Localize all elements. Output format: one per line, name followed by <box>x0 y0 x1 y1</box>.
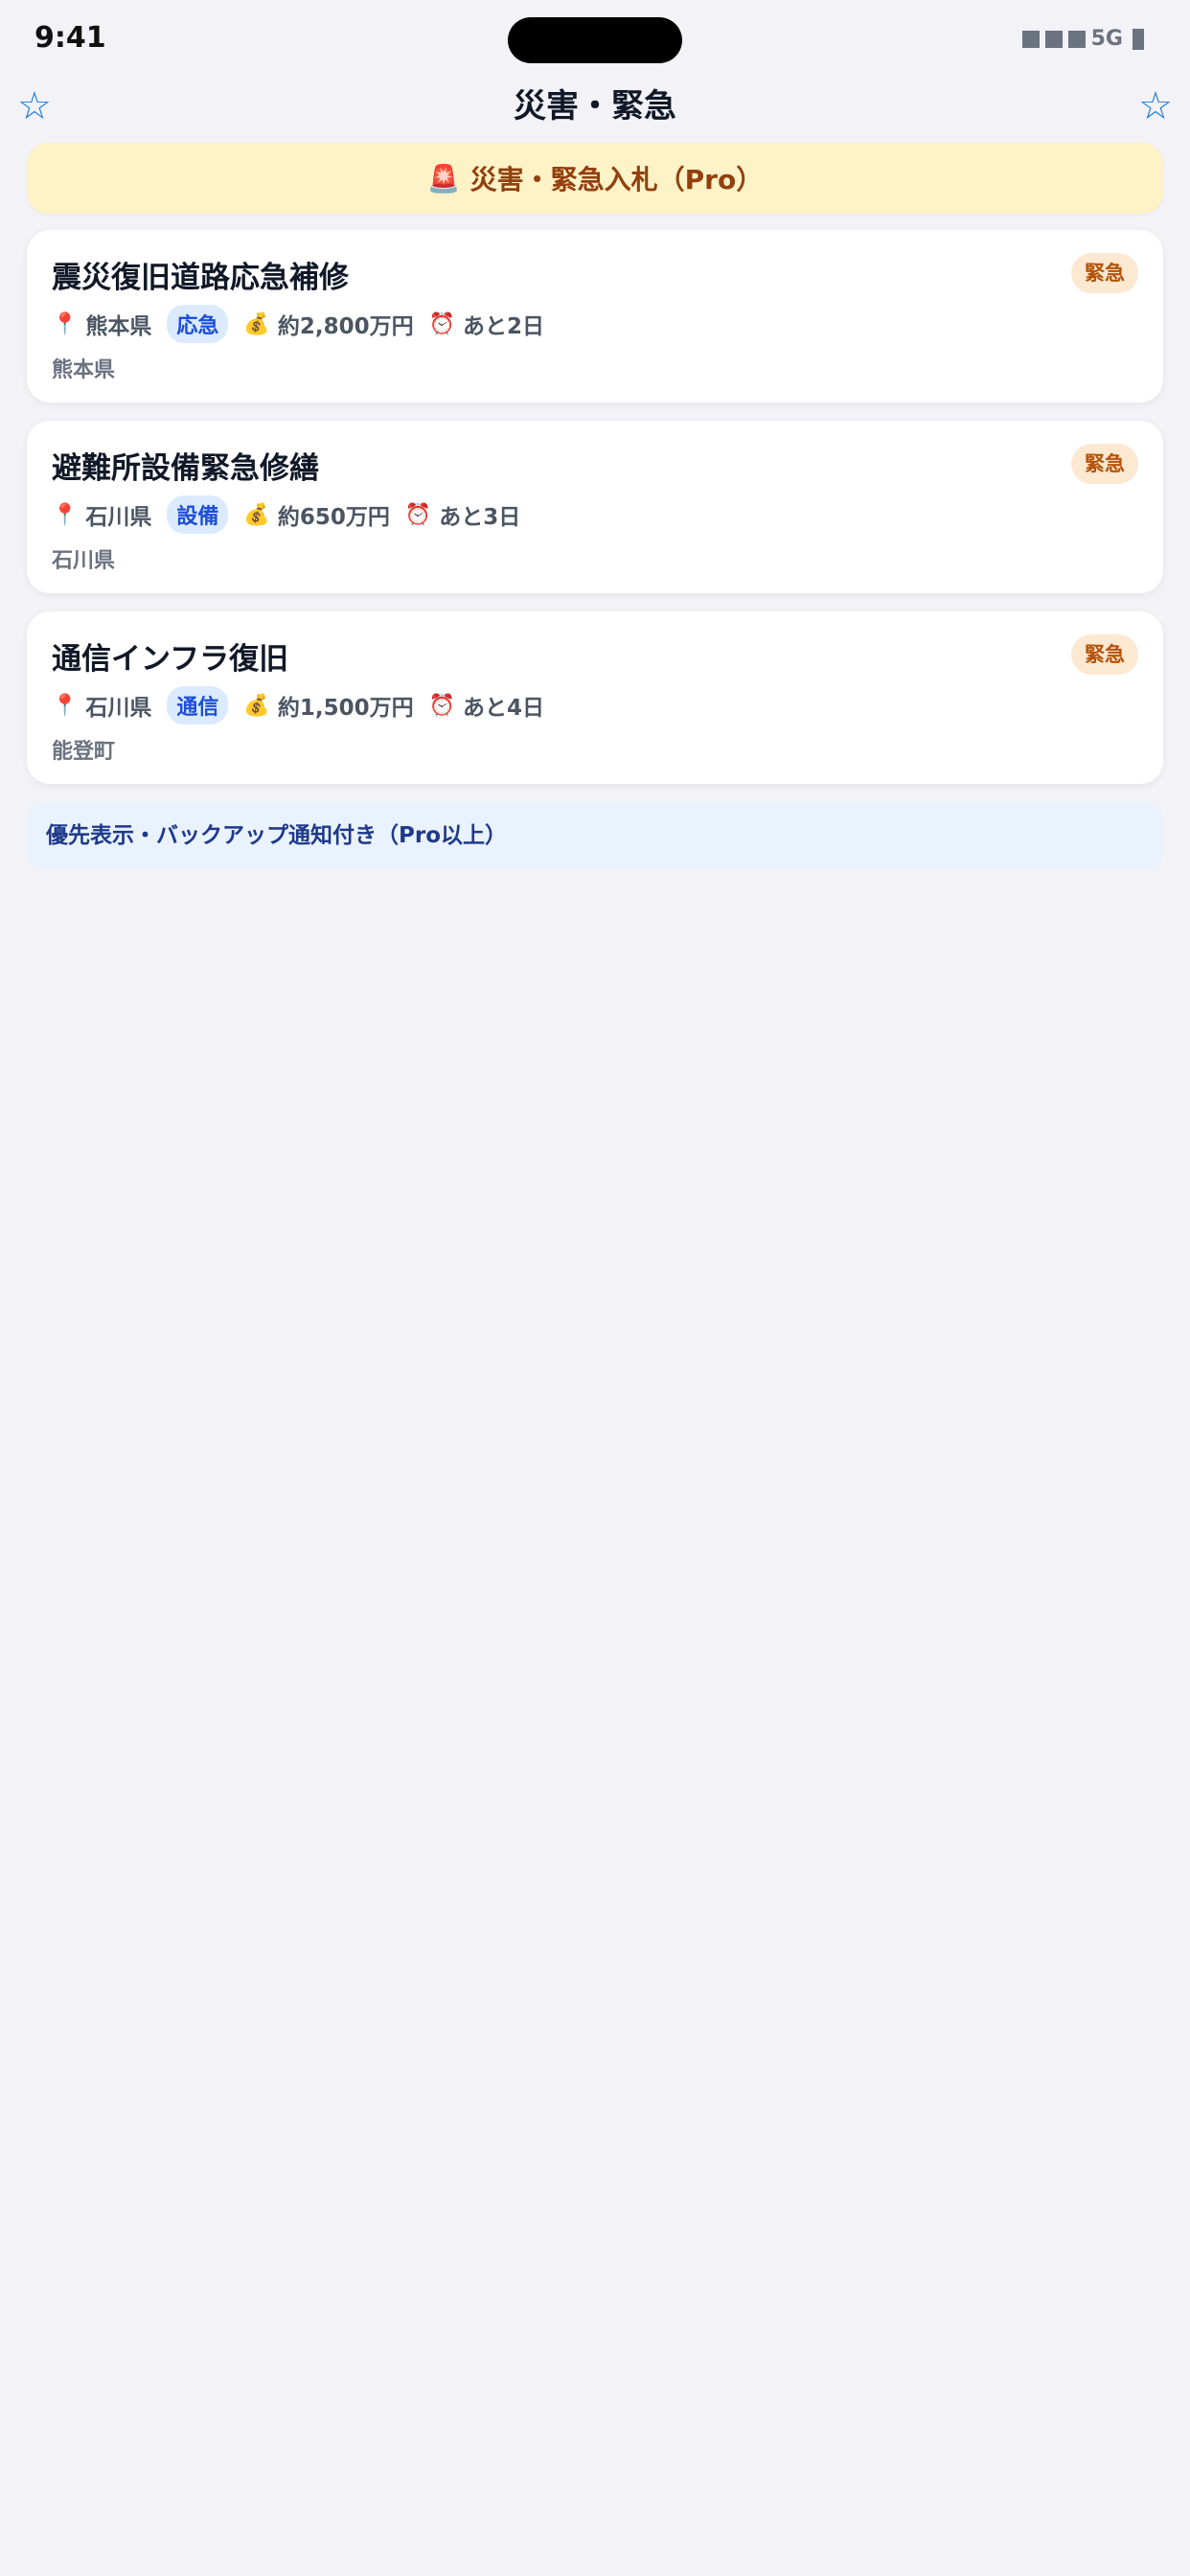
banner-text: 災害・緊急入札（Pro） <box>469 164 764 196</box>
tender-card[interactable]: 避難所設備緊急修繕 緊急 📍 石川県 設備 💰 約650万円 ⏰ あと3日 石川県 <box>27 421 1163 593</box>
dynamic-island <box>508 17 682 63</box>
amount: 約1,500万円 <box>277 696 414 721</box>
card-meta: 📍 石川県 設備 💰 約650万円 ⏰ あと3日 <box>52 495 536 534</box>
money-bag-icon: 💰 <box>243 311 270 336</box>
card-meta: 📍 熊本県 応急 💰 約2,800万円 ⏰ あと2日 <box>52 305 560 343</box>
battery-icon <box>1133 28 1144 50</box>
network-label: 5G <box>1090 27 1123 51</box>
card-meta: 📍 石川県 通信 💰 約1,500万円 ⏰ あと4日 <box>52 686 560 724</box>
urgent-badge: 緊急 <box>1071 444 1138 484</box>
status-time: 9:41 <box>34 21 106 55</box>
category-tag: 通信 <box>167 686 229 724</box>
urgent-badge: 緊急 <box>1071 634 1138 675</box>
signal-bar-icon <box>1021 30 1040 48</box>
alarm-clock-icon: ⏰ <box>404 502 432 527</box>
pin-icon: 📍 <box>52 311 79 336</box>
card-title: 震災復旧道路応急補修 <box>52 261 349 295</box>
amount: 約650万円 <box>277 505 390 530</box>
signal-bar-icon <box>1067 30 1086 48</box>
tender-card[interactable]: 震災復旧道路応急補修 緊急 📍 熊本県 応急 💰 約2,800万円 ⏰ あと2日 熊本… <box>27 230 1163 402</box>
card-location: 能登町 <box>52 740 116 764</box>
card-title: 通信インフラ復旧 <box>52 642 289 677</box>
urgent-badge: 緊急 <box>1071 253 1138 293</box>
alarm-clock-icon: ⏰ <box>428 693 455 718</box>
category-tag: 設備 <box>167 495 229 534</box>
money-bag-icon: 💰 <box>243 502 270 527</box>
card-title: 避難所設備緊急修繕 <box>52 451 319 486</box>
card-location: 熊本県 <box>52 358 116 382</box>
tender-card[interactable]: 通信インフラ復旧 緊急 📍 石川県 通信 💰 約1,500万円 ⏰ あと4日 能登町 <box>27 611 1163 784</box>
star-outline-icon[interactable]: ☆ <box>1138 80 1173 132</box>
siren-icon: 🚨 <box>426 162 461 195</box>
status-bar: 9:41 5G <box>0 0 1190 80</box>
money-bag-icon: 💰 <box>243 693 270 718</box>
pin-icon: 📍 <box>52 502 79 527</box>
pro-feature-note: 優先表示・バックアップ通知付き（Pro以上） <box>27 801 1163 870</box>
card-location: 石川県 <box>52 549 116 573</box>
amount: 約2,800万円 <box>277 314 414 339</box>
status-indicators: 5G <box>1021 27 1144 51</box>
page-title: 災害・緊急 <box>514 87 676 126</box>
category-tag: 応急 <box>167 305 229 343</box>
nav-bar: ☆ 災害・緊急 ☆ <box>0 80 1190 132</box>
alarm-clock-icon: ⏰ <box>428 311 455 336</box>
signal-bar-icon <box>1044 30 1063 48</box>
pin-icon: 📍 <box>52 693 79 718</box>
prefecture: 石川県 <box>85 696 152 721</box>
deadline: あと3日 <box>439 505 521 530</box>
deadline: あと4日 <box>463 696 545 721</box>
deadline: あと2日 <box>463 314 545 339</box>
prefecture: 熊本県 <box>85 314 152 339</box>
prefecture: 石川県 <box>85 505 152 530</box>
emergency-banner[interactable]: 🚨 災害・緊急入札（Pro） <box>27 143 1163 214</box>
